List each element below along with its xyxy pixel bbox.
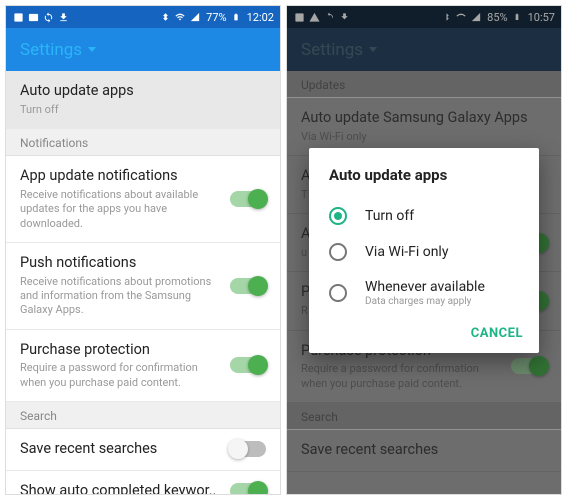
purchase-protection-item[interactable]: Purchase protection Require a password f… (6, 330, 280, 402)
chevron-down-icon (88, 47, 96, 52)
bluetooth-icon (159, 11, 171, 23)
show-auto-completed-item[interactable]: Show auto completed keywor.. (6, 471, 280, 495)
item-title: Purchase protection (20, 341, 220, 360)
cancel-button[interactable]: CANCEL (471, 326, 523, 341)
section-notifications: Notifications (6, 129, 280, 156)
toggle-switch[interactable] (230, 357, 266, 373)
push-notifications-item[interactable]: Push notifications Receive notifications… (6, 243, 280, 330)
message-icon (27, 11, 39, 23)
toggle-switch[interactable] (230, 483, 266, 495)
save-recent-searches-item[interactable]: Save recent searches (6, 429, 280, 471)
notification-icon (12, 11, 24, 23)
radio-sublabel: Data charges may apply (365, 296, 485, 307)
radio-button[interactable] (329, 284, 347, 302)
auto-update-apps-item[interactable]: Auto update apps Turn off (6, 71, 280, 129)
toggle-switch[interactable] (230, 441, 266, 457)
status-bar: 77% 12:02 (6, 6, 280, 28)
radio-option-wifi-only[interactable]: Via Wi-Fi only (309, 234, 539, 270)
clock: 12:02 (247, 11, 274, 24)
item-title: Auto update apps (20, 82, 256, 101)
item-title: Show auto completed keywor.. (20, 482, 220, 495)
item-subtitle: Require a password for confirmation when… (20, 361, 220, 390)
item-title: Save recent searches (20, 440, 220, 459)
radio-option-turn-off[interactable]: Turn off (309, 198, 539, 234)
radio-label: Via Wi-Fi only (365, 244, 448, 260)
signal-icon (189, 11, 201, 23)
app-header[interactable]: Settings (6, 28, 280, 71)
section-search: Search (6, 402, 280, 429)
radio-label: Whenever available (365, 279, 485, 295)
radio-button[interactable] (329, 207, 347, 225)
right-phone: 85% 10:57 Settings Updates Auto update S… (286, 5, 562, 495)
item-subtitle: Receive notifications about available up… (20, 188, 220, 231)
item-subtitle: Receive notifications about promotions a… (20, 275, 220, 318)
item-subtitle: Turn off (20, 103, 256, 117)
download-icon (57, 11, 69, 23)
modal-overlay[interactable]: Auto update apps Turn off Via Wi-Fi only… (287, 6, 561, 494)
item-title: App update notifications (20, 167, 220, 186)
radio-label: Turn off (365, 208, 414, 224)
app-update-notifications-item[interactable]: App update notifications Receive notific… (6, 156, 280, 243)
toggle-switch[interactable] (230, 278, 266, 294)
header-title: Settings (20, 40, 82, 60)
dialog-title: Auto update apps (309, 166, 539, 198)
left-phone: 77% 12:02 Settings Auto update apps Turn… (5, 5, 281, 495)
battery-percent: 77% (206, 11, 226, 24)
auto-update-dialog: Auto update apps Turn off Via Wi-Fi only… (309, 148, 539, 353)
sync-icon (42, 11, 54, 23)
radio-button[interactable] (329, 243, 347, 261)
item-title: Push notifications (20, 254, 220, 273)
battery-icon (230, 11, 242, 23)
wifi-icon (174, 11, 186, 23)
toggle-switch[interactable] (230, 191, 266, 207)
radio-option-whenever[interactable]: Whenever available Data charges may appl… (309, 270, 539, 316)
